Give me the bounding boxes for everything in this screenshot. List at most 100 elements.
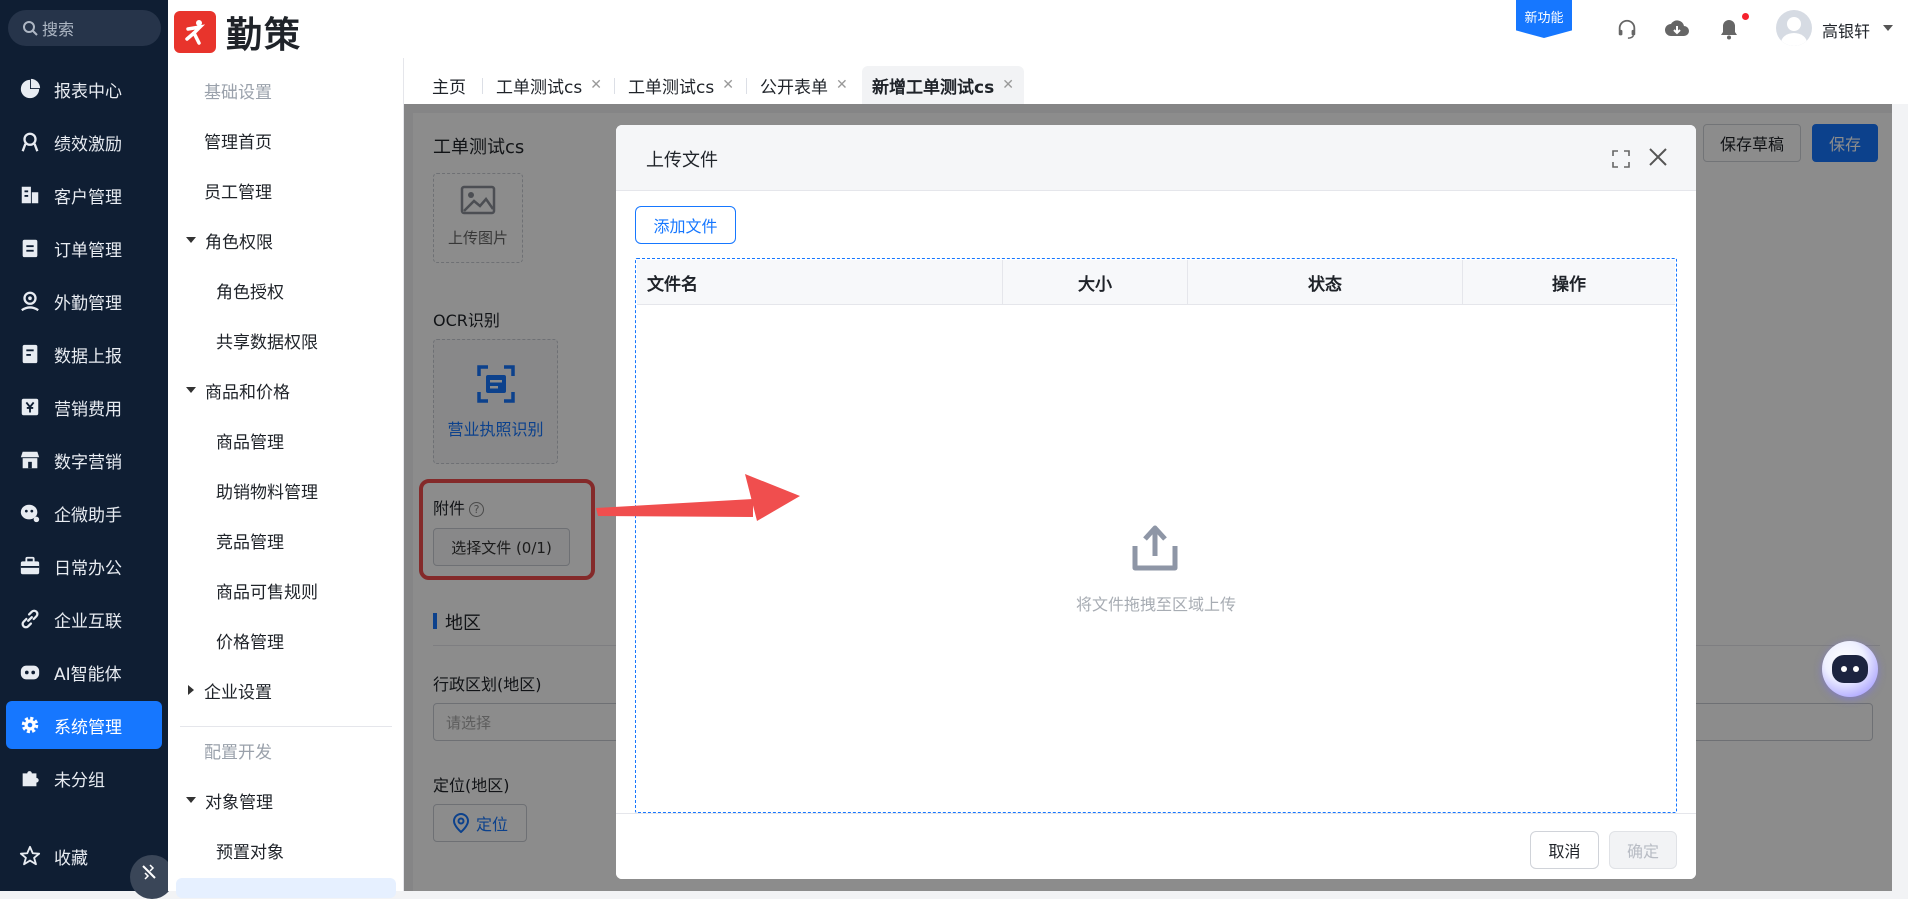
sidebar-item-label: 数据上报 xyxy=(54,346,122,367)
sidebar-item-3[interactable]: 订单管理 xyxy=(6,224,162,272)
bell-icon[interactable] xyxy=(1716,16,1742,42)
file-table-header: 文件名 大小 状态 操作 xyxy=(637,260,1675,305)
submenu-item-employee[interactable]: 员工管理 xyxy=(168,168,404,212)
submenu-item-competitor[interactable]: 竞品管理 xyxy=(168,518,404,562)
caret-down-icon xyxy=(186,237,196,243)
tab-ticket-test-2[interactable]: 工单测试cs ✕ xyxy=(618,66,744,104)
tab-label: 工单测试cs xyxy=(496,77,583,98)
submenu-item-sale-rules[interactable]: 商品可售规则 xyxy=(168,568,404,612)
headset-icon[interactable] xyxy=(1614,16,1640,42)
page-scroll-gutter xyxy=(1892,104,1908,891)
submenu-item-goods-price[interactable]: 商品和价格 xyxy=(168,368,404,412)
drop-hint-text: 将文件拖拽至区域上传 xyxy=(1075,595,1236,614)
bot-icon xyxy=(18,660,42,684)
submenu-item-active[interactable] xyxy=(176,878,396,898)
column-header-filename: 文件名 xyxy=(647,275,698,295)
yen-icon xyxy=(18,395,42,419)
app-logo[interactable]: 勤策 xyxy=(174,6,302,58)
sidebar-item-12[interactable]: 系统管理 xyxy=(6,701,162,749)
column-header-size: 大小 xyxy=(1078,275,1112,295)
submenu-item-enterprise-settings[interactable]: 企业设置 xyxy=(168,668,404,712)
sidebar-item-5[interactable]: 数据上报 xyxy=(6,330,162,378)
cloud-download-icon[interactable] xyxy=(1664,16,1690,42)
cancel-button[interactable]: 取消 xyxy=(1530,831,1599,869)
sidebar-item-label: 绩效激励 xyxy=(54,134,122,155)
star-icon xyxy=(18,844,42,868)
sidebar-item-2[interactable]: 客户管理 xyxy=(6,171,162,219)
caret-down-icon xyxy=(186,387,196,393)
avatar[interactable] xyxy=(1776,10,1812,46)
close-icon[interactable] xyxy=(1648,147,1668,172)
submenu-label: 对象管理 xyxy=(205,792,273,813)
chevron-down-icon[interactable] xyxy=(1883,25,1893,31)
sidebar-item-1[interactable]: 绩效激励 xyxy=(6,118,162,166)
wecom-icon xyxy=(18,501,42,525)
upload-share-icon xyxy=(1127,522,1183,579)
sidebar-item-label: 数字营销 xyxy=(54,452,122,473)
submenu-item-preset-objects[interactable]: 预置对象 xyxy=(168,828,404,872)
tab-ticket-test-1[interactable]: 工单测试cs ✕ xyxy=(486,66,612,104)
close-icon[interactable]: ✕ xyxy=(722,77,734,93)
submenu-item-promo-material[interactable]: 助销物料管理 xyxy=(168,468,404,512)
submenu-label: 商品和价格 xyxy=(205,382,290,403)
submenu-item-admin-home[interactable]: 管理首页 xyxy=(168,118,404,162)
sidebar-item-10[interactable]: 企业互联 xyxy=(6,595,162,643)
top-bar: 勤策 新功能 高银轩 xyxy=(168,0,1908,58)
sidebar-item-8[interactable]: 企微助手 xyxy=(6,489,162,537)
search-icon xyxy=(23,21,38,36)
upload-file-dialog: 上传文件 添加文件 文件名 大小 状态 操作 将文件拖拽至区域上传 取消 确定 xyxy=(616,125,1696,879)
sidebar: 搜索 报表中心绩效激励客户管理订单管理外勤管理数据上报营销费用数字营销企微助手日… xyxy=(0,0,174,899)
robot-icon xyxy=(1832,655,1868,683)
add-file-button[interactable]: 添加文件 xyxy=(635,206,736,244)
submenu-item-goods[interactable]: 商品管理 xyxy=(168,418,404,462)
system-submenu: 基础设置 管理首页 员工管理 角色权限 角色授权 共享数据权限 商品和价格 商品… xyxy=(168,58,404,898)
logo-text: 勤策 xyxy=(226,14,303,56)
tab-home[interactable]: 主页 xyxy=(422,66,476,104)
close-icon[interactable]: ✕ xyxy=(1002,77,1014,93)
tab-label: 新增工单测试cs xyxy=(872,77,995,98)
submenu-label: 角色权限 xyxy=(205,232,273,253)
sidebar-item-label: 企微助手 xyxy=(54,505,122,526)
report-icon xyxy=(18,342,42,366)
sidebar-item-9[interactable]: 日常办公 xyxy=(6,542,162,590)
notification-dot xyxy=(1742,13,1749,20)
sidebar-item-13[interactable]: 未分组 xyxy=(6,754,162,802)
favorites-label: 收藏 xyxy=(54,848,88,869)
expand-icon[interactable] xyxy=(1612,150,1630,173)
sidebar-item-4[interactable]: 外勤管理 xyxy=(6,277,162,325)
puzzle-icon xyxy=(18,766,42,790)
sidebar-item-label: 报表中心 xyxy=(54,81,122,102)
file-drop-zone[interactable]: 文件名 大小 状态 操作 将文件拖拽至区域上传 xyxy=(635,258,1677,813)
search-placeholder: 搜索 xyxy=(42,20,75,39)
sidebar-item-7[interactable]: 数字营销 xyxy=(6,436,162,484)
sidebar-item-label: 企业互联 xyxy=(54,611,122,632)
sidebar-item-11[interactable]: AI智能体 xyxy=(6,648,162,696)
sidebar-item-0[interactable]: 报表中心 xyxy=(6,65,162,113)
tab-label: 公开表单 xyxy=(760,77,828,98)
submenu-item-role-auth[interactable]: 角色授权 xyxy=(168,268,404,312)
sidebar-item-label: 营销费用 xyxy=(54,399,122,420)
tab-separator xyxy=(746,78,747,94)
submenu-item-role-permission[interactable]: 角色权限 xyxy=(168,218,404,262)
column-header-status: 状态 xyxy=(1308,275,1342,295)
sidebar-item-6[interactable]: 营销费用 xyxy=(6,383,162,431)
username[interactable]: 高银轩 xyxy=(1822,18,1870,42)
ai-assistant-button[interactable] xyxy=(1822,641,1878,697)
sidebar-item-label: 订单管理 xyxy=(54,240,122,261)
submenu-label: 企业设置 xyxy=(204,682,272,703)
submenu-item-shared-data[interactable]: 共享数据权限 xyxy=(168,318,404,362)
building-icon xyxy=(18,183,42,207)
submenu-item-price[interactable]: 价格管理 xyxy=(168,618,404,662)
close-icon[interactable]: ✕ xyxy=(590,77,602,93)
pie-chart-icon xyxy=(18,77,42,101)
close-icon[interactable]: ✕ xyxy=(836,77,848,93)
tab-new-ticket-test[interactable]: 新增工单测试cs ✕ xyxy=(862,66,1024,104)
sidebar-item-label: 客户管理 xyxy=(54,187,122,208)
confirm-button[interactable]: 确定 xyxy=(1609,831,1677,869)
search-input[interactable]: 搜索 xyxy=(8,10,161,46)
tab-public-form[interactable]: 公开表单 ✕ xyxy=(750,66,858,104)
dialog-title: 上传文件 xyxy=(646,150,718,171)
location-person-icon xyxy=(18,289,42,313)
submenu-item-object-mgmt[interactable]: 对象管理 xyxy=(168,778,404,822)
new-feature-badge[interactable]: 新功能 xyxy=(1516,0,1572,38)
